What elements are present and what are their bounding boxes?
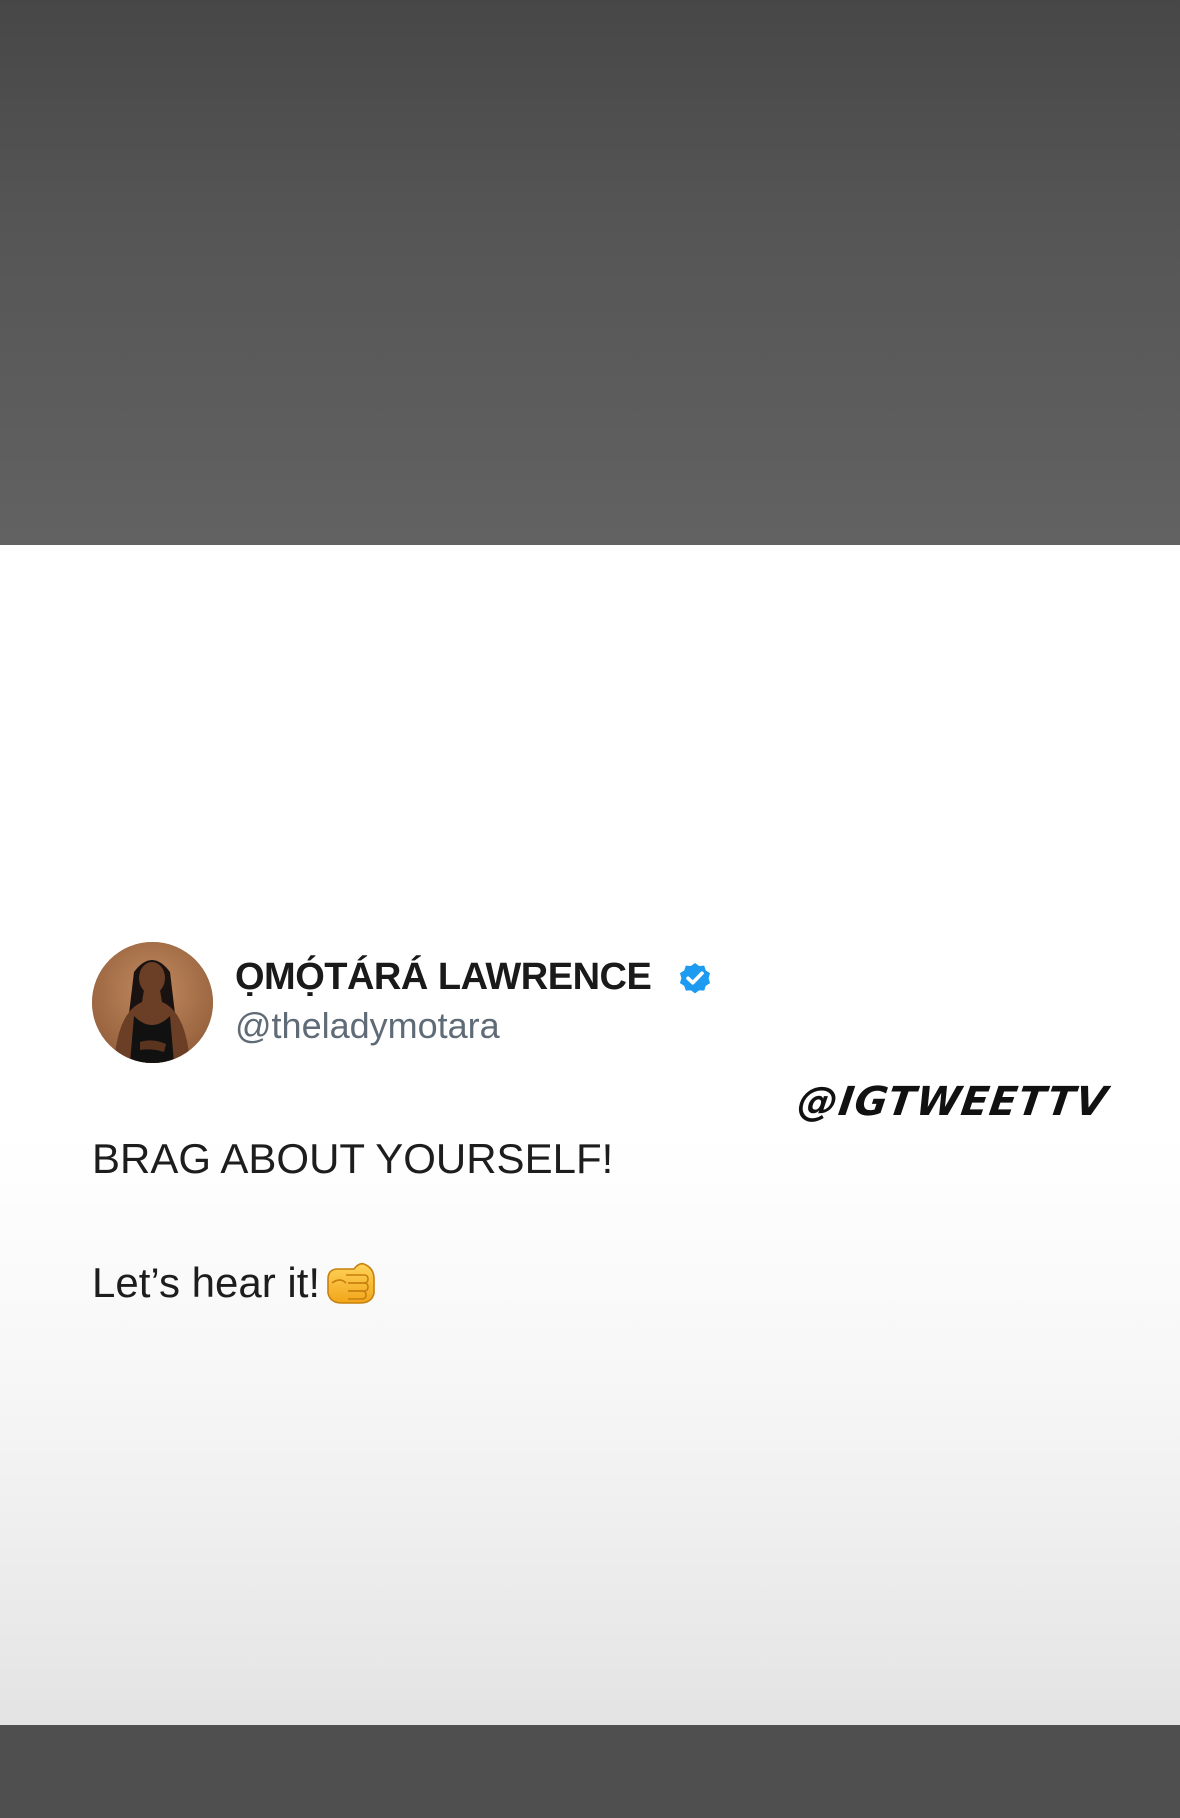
avatar-photo xyxy=(92,942,213,1063)
bottom-bar xyxy=(0,1725,1180,1818)
verified-badge-icon xyxy=(679,962,711,994)
display-name[interactable]: ỌMỌ́TÁRÁ LAWRENCE xyxy=(235,952,652,1002)
story-screen: ỌMỌ́TÁRÁ LAWRENCE @theladymotara @IGTWEE… xyxy=(0,0,1180,1818)
avatar[interactable] xyxy=(92,942,213,1063)
tweet-text-line-1: BRAG ABOUT YOURSELF! xyxy=(92,1135,614,1182)
tweet-text-line-2-text: Let’s hear it! xyxy=(92,1259,321,1306)
watermark-text: @IGTWEETTV xyxy=(794,1079,1111,1125)
top-background xyxy=(0,0,1180,545)
tweet-text-line-2: Let’s hear it! xyxy=(92,1256,380,1310)
pointing-fist-emoji-icon xyxy=(327,1262,375,1304)
user-handle[interactable]: @theladymotara xyxy=(235,1003,500,1049)
